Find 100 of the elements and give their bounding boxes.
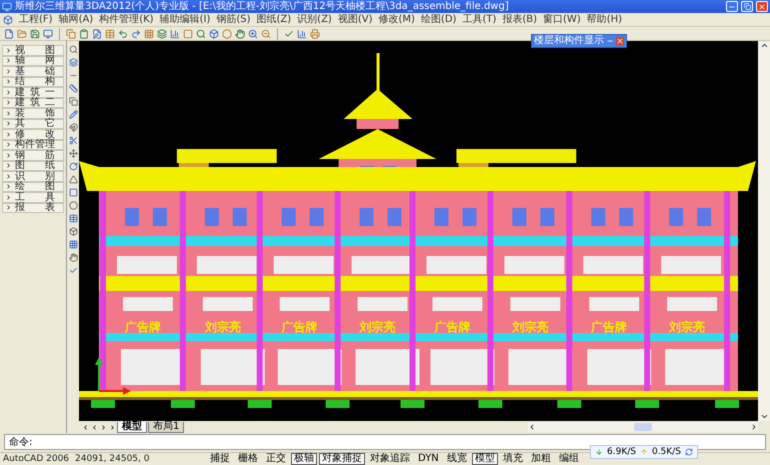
ruler-icon[interactable]	[68, 84, 78, 94]
rotate-icon[interactable]	[68, 162, 78, 172]
clipboard-icon[interactable]	[79, 28, 89, 39]
square-icon[interactable]	[68, 188, 78, 198]
menu-item[interactable]: 帮助(H)	[586, 13, 622, 26]
status-toggle[interactable]: 对象捕捉	[319, 452, 366, 465]
menu-item[interactable]: 构件管理(K)	[99, 13, 154, 26]
horizontal-scrollbar[interactable]	[528, 422, 758, 432]
check-icon[interactable]	[284, 28, 294, 39]
menu-item[interactable]: 识别(Z)	[297, 13, 332, 26]
table-icon[interactable]	[105, 28, 115, 39]
menu-item[interactable]: 窗口(W)	[543, 13, 581, 26]
pan-icon[interactable]	[235, 28, 245, 39]
new-file-icon[interactable]	[4, 28, 14, 39]
status-toggle[interactable]: DYN	[415, 452, 442, 465]
grid-icon[interactable]	[144, 28, 154, 39]
sidebar-item[interactable]: 修改	[2, 129, 64, 140]
close-icon[interactable]	[616, 37, 624, 46]
menu-item[interactable]: 工具(T)	[462, 13, 496, 26]
cube-icon[interactable]	[209, 28, 219, 39]
status-toggle[interactable]: 极轴	[291, 452, 318, 465]
table-icon[interactable]	[68, 214, 78, 224]
app-icon	[2, 2, 12, 12]
search-icon[interactable]	[68, 45, 78, 54]
menu-item[interactable]: 辅助编辑(I)	[160, 13, 210, 26]
sign-text: 广告牌	[124, 320, 161, 334]
menu-item[interactable]: 修改(M)	[378, 13, 415, 26]
app-menu-icon[interactable]	[3, 14, 13, 24]
sidebar-item[interactable]: 建筑一	[2, 87, 64, 98]
copy-icon[interactable]	[68, 97, 78, 106]
sidebar-item[interactable]: 绘图	[2, 182, 64, 192]
sign-text: 广告牌	[434, 320, 470, 334]
zoom-in-icon[interactable]	[248, 28, 258, 39]
monitor-icon[interactable]	[43, 28, 53, 39]
printer-icon[interactable]	[310, 28, 320, 39]
menu-item[interactable]: 视图(V)	[338, 13, 372, 26]
grid-icon[interactable]	[68, 240, 78, 250]
menu-item[interactable]: 绘图(D)	[420, 13, 456, 26]
scissors-icon[interactable]	[68, 136, 78, 146]
sidebar-item[interactable]: 图纸	[2, 160, 64, 172]
sidebar-item[interactable]: 结构	[2, 76, 64, 88]
sidebar-item[interactable]: 工具	[2, 192, 64, 203]
move-icon[interactable]	[68, 149, 78, 158]
status-toggle[interactable]: 正交	[263, 452, 290, 465]
undo-icon[interactable]	[118, 28, 128, 39]
sidebar-item[interactable]: 其它	[2, 118, 64, 130]
menu-item[interactable]: 图纸(Z)	[256, 13, 292, 26]
minimize-button[interactable]	[726, 1, 738, 12]
status-toggle[interactable]: 对象追踪	[367, 452, 414, 465]
sidebar-item[interactable]: 识别	[2, 171, 64, 182]
sidebar-item[interactable]: 轴网	[2, 56, 64, 66]
square-icon[interactable]	[183, 28, 193, 39]
status-button[interactable]: 加粗	[528, 452, 554, 465]
bar-chart-icon[interactable]	[297, 28, 307, 39]
status-toggle[interactable]: 线宽	[444, 452, 470, 465]
save-icon[interactable]	[30, 28, 40, 39]
status-button[interactable]: 填充	[500, 452, 526, 465]
magnet-icon[interactable]	[68, 123, 78, 132]
layout-tab[interactable]: 模型	[117, 422, 147, 433]
menu-item[interactable]: 工程(F)	[19, 13, 53, 26]
close-button[interactable]	[756, 1, 768, 12]
edit-file-icon[interactable]	[92, 28, 102, 39]
restore-button[interactable]	[741, 1, 753, 12]
check-icon[interactable]	[68, 266, 78, 276]
menu-item[interactable]: 轴网(A)	[58, 13, 94, 26]
scrollbar-thumb[interactable]	[634, 423, 652, 432]
cube-icon[interactable]	[68, 227, 78, 236]
sign-text: 刘宗亮	[669, 320, 706, 334]
sidebar-item[interactable]: 基础	[2, 66, 64, 77]
status-toggle[interactable]: 捕捉	[207, 452, 234, 465]
status-toggle[interactable]: 模型	[472, 452, 498, 465]
triangle-icon[interactable]	[68, 175, 78, 184]
scroll-right-icon[interactable]	[750, 423, 758, 432]
pencil-icon[interactable]	[68, 110, 78, 120]
status-button[interactable]: 编组	[556, 452, 582, 465]
sidebar-item[interactable]: 报表	[2, 202, 64, 214]
search-icon[interactable]	[196, 28, 206, 39]
layers-icon[interactable]	[68, 58, 78, 68]
sidebar-item[interactable]: 建筑二	[2, 98, 64, 108]
folder-icon[interactable]	[17, 28, 27, 39]
layers-icon[interactable]	[157, 28, 167, 39]
sidebar-item[interactable]: 装饰	[2, 108, 64, 119]
chart-icon[interactable]	[170, 28, 180, 39]
scroll-left-icon[interactable]	[528, 423, 536, 432]
status-toggle[interactable]: 栅格	[235, 452, 262, 465]
sidebar-item[interactable]: 钢筋	[2, 150, 64, 161]
copy-icon[interactable]	[66, 28, 76, 39]
refresh-icon[interactable]	[684, 448, 693, 456]
menu-item[interactable]: 钢筋(S)	[216, 13, 251, 26]
pan-icon[interactable]	[68, 253, 78, 262]
layout-tab[interactable]: 布局1	[148, 422, 184, 433]
sidebar-item[interactable]: 视图	[2, 45, 64, 56]
ucs-axes-icon	[94, 357, 131, 396]
sphere-icon[interactable]	[222, 28, 232, 39]
circle-icon[interactable]	[68, 201, 78, 210]
sidebar-item[interactable]: 构件管理	[2, 140, 64, 150]
vertical-scrollbar[interactable]	[758, 41, 770, 422]
redo-icon[interactable]	[131, 28, 141, 39]
menu-item[interactable]: 报表(B)	[502, 13, 538, 26]
zoom-out-icon[interactable]	[261, 28, 271, 39]
